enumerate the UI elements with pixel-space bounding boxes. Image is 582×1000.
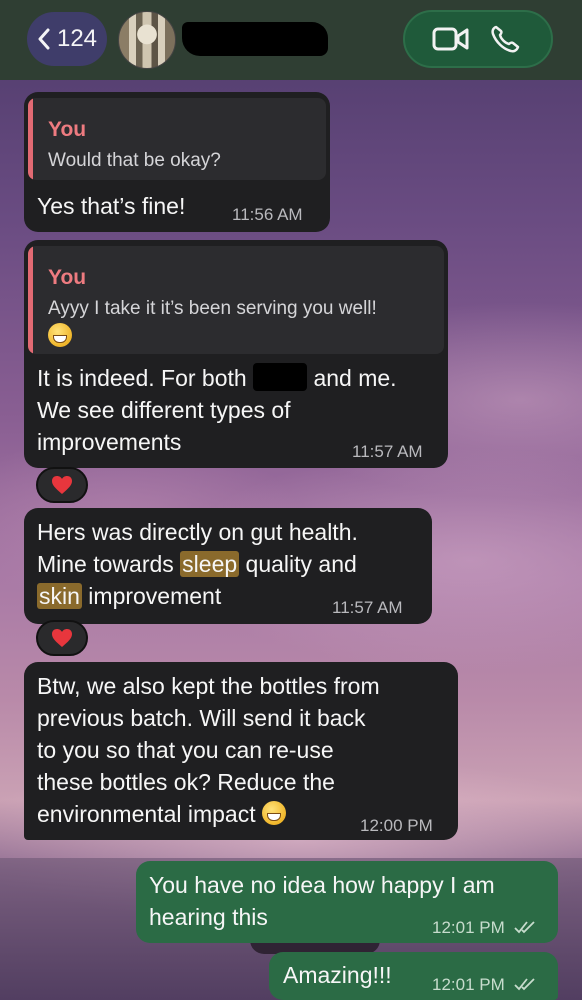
time-text: 12:01 PM bbox=[432, 975, 505, 994]
text-line: environmental impact bbox=[37, 801, 256, 827]
message-reaction[interactable] bbox=[36, 467, 88, 503]
grinning-face-icon bbox=[262, 801, 286, 825]
highlighted-word: skin bbox=[37, 583, 82, 609]
message-time: 11:57 AM bbox=[352, 442, 423, 461]
message-bubble-outgoing[interactable]: You have no idea how happy I am hearing … bbox=[136, 861, 558, 943]
quote-text: Ayyy I take it it’s been serving you wel… bbox=[48, 294, 430, 353]
text-line: these bottles ok? Reduce the bbox=[37, 769, 335, 795]
chevron-left-icon bbox=[38, 28, 50, 50]
contact-avatar[interactable] bbox=[118, 11, 176, 69]
video-camera-icon[interactable] bbox=[432, 24, 470, 54]
message-time: 12:01 PM bbox=[432, 918, 536, 938]
quote-author: You bbox=[48, 266, 87, 289]
message-time: 12:00 PM bbox=[360, 816, 433, 835]
chat-header: 124 bbox=[0, 0, 582, 80]
heart-icon bbox=[52, 476, 72, 494]
message-time: 11:57 AM bbox=[332, 598, 403, 617]
message-bubble-incoming[interactable]: Btw, we also kept the bottles from previ… bbox=[24, 662, 458, 840]
message-time: 12:01 PM bbox=[432, 975, 536, 995]
highlighted-word: sleep bbox=[180, 551, 240, 577]
text-line: You have no idea how happy I am bbox=[149, 872, 495, 898]
quote-author: You bbox=[48, 118, 87, 141]
message-text: It is indeed. For both and me. We see di… bbox=[37, 362, 397, 458]
text-line: We see different types of bbox=[37, 397, 291, 423]
quoted-reply[interactable]: You Would that be okay? bbox=[28, 98, 326, 180]
text-line: previous batch. Will send it back bbox=[37, 705, 366, 731]
back-button[interactable]: 124 bbox=[27, 12, 107, 66]
message-bubble-incoming[interactable]: Hers was directly on gut health. Mine to… bbox=[24, 508, 432, 624]
double-check-icon bbox=[513, 921, 535, 934]
message-text: Amazing!!! bbox=[283, 962, 392, 988]
text-line: improvement bbox=[88, 583, 222, 609]
quote-text-body: Ayyy I take it it’s been serving you wel… bbox=[48, 298, 377, 319]
text-line: It is indeed. For both bbox=[37, 365, 247, 391]
quote-text: Would that be okay? bbox=[48, 150, 221, 171]
grinning-face-icon bbox=[48, 323, 72, 347]
message-text: Btw, we also kept the bottles from previ… bbox=[37, 670, 380, 830]
heart-icon bbox=[52, 629, 72, 647]
text-line: Mine towards bbox=[37, 551, 174, 577]
double-check-icon bbox=[513, 978, 535, 991]
message-bubble-incoming[interactable]: You Ayyy I take it it’s been serving you… bbox=[24, 240, 448, 468]
message-text: Yes that’s fine! bbox=[37, 193, 186, 219]
message-reaction[interactable] bbox=[36, 620, 88, 656]
message-text: Hers was directly on gut health. Mine to… bbox=[37, 516, 358, 612]
text-line: to you so that you can re-use bbox=[37, 737, 334, 763]
text-line: Hers was directly on gut health. bbox=[37, 519, 358, 545]
message-bubble-outgoing[interactable]: Amazing!!! 12:01 PM bbox=[269, 952, 558, 1000]
redacted-name bbox=[253, 363, 308, 391]
quoted-reply[interactable]: You Ayyy I take it it’s been serving you… bbox=[28, 246, 444, 354]
text-line: hearing this bbox=[149, 904, 268, 930]
text-line: quality and bbox=[245, 551, 357, 577]
phone-icon[interactable] bbox=[487, 24, 525, 54]
call-buttons bbox=[403, 10, 553, 68]
message-bubble-incoming[interactable]: You Would that be okay? Yes that’s fine!… bbox=[24, 92, 330, 232]
contact-name-redacted[interactable] bbox=[182, 22, 328, 56]
message-time: 11:56 AM bbox=[232, 205, 303, 224]
unread-count: 124 bbox=[56, 25, 98, 52]
text-line: Btw, we also kept the bottles from bbox=[37, 673, 380, 699]
text-line: improvements bbox=[37, 429, 182, 455]
time-text: 12:01 PM bbox=[432, 918, 505, 937]
text-line: and me. bbox=[313, 365, 397, 391]
